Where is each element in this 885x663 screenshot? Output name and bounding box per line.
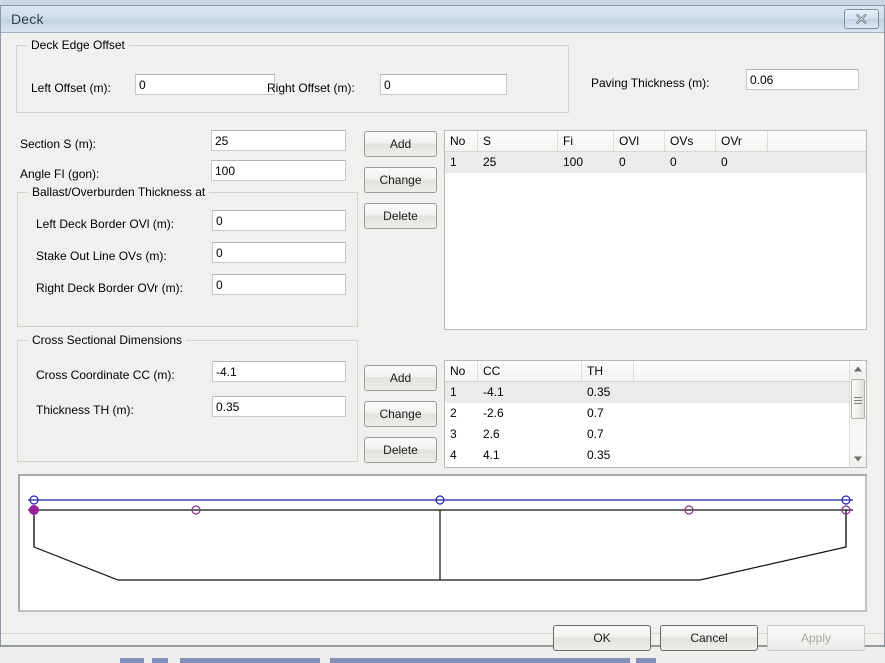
cross-cell-no: 1 — [450, 385, 457, 399]
ok-button[interactable]: OK — [553, 625, 651, 651]
title-bar: Deck — [1, 6, 884, 33]
cross-cell-no: 4 — [450, 448, 457, 462]
cross-table-body: 1 -4.1 0.35 2 -2.6 0.7 3 2.6 0.7 4 4.1 0… — [445, 382, 849, 466]
cross-change-button[interactable]: Change — [364, 401, 437, 427]
cross-cell-no: 3 — [450, 427, 457, 441]
thickness-th-label: Thickness TH (m): — [36, 403, 134, 417]
close-x-icon — [856, 14, 867, 24]
cross-cell-no: 2 — [450, 406, 457, 420]
ballast-legend: Ballast/Overburden Thickness at — [28, 185, 210, 199]
table-row[interactable]: 3 2.6 0.7 — [445, 424, 849, 445]
section-col-blank[interactable] — [768, 131, 866, 151]
cross-table-header: No CC TH — [445, 361, 866, 382]
deck-edge-offset-group: Deck Edge Offset Left Offset (m): Right … — [16, 38, 569, 113]
cross-cell-th: 0.7 — [587, 427, 604, 441]
right-deck-border-label: Right Deck Border OVr (m): — [36, 281, 183, 295]
section-col-fi[interactable]: Fi — [558, 131, 614, 151]
cross-delete-button[interactable]: Delete — [364, 437, 437, 463]
scroll-up-arrow-icon — [854, 366, 862, 372]
section-s-input[interactable] — [211, 130, 346, 151]
cross-coordinate-label: Cross Coordinate CC (m): — [36, 368, 175, 382]
right-offset-input[interactable] — [380, 74, 507, 95]
section-change-button[interactable]: Change — [364, 167, 437, 193]
stake-out-line-label: Stake Out Line OVs (m): — [36, 249, 167, 263]
deck-cross-section-drawing — [28, 495, 853, 581]
paving-thickness-label: Paving Thickness (m): — [591, 76, 710, 90]
apply-button: Apply — [767, 625, 865, 651]
table-row[interactable]: 1 25 100 0 0 0 — [445, 152, 866, 173]
window-title: Deck — [11, 11, 44, 27]
scroll-thumb-grip — [854, 395, 862, 404]
cross-table-scrollbar[interactable] — [849, 361, 866, 467]
ballast-overburden-group: Ballast/Overburden Thickness at Left Dec… — [17, 185, 358, 327]
stake-out-line-input[interactable] — [212, 242, 346, 263]
section-cell-s: 25 — [483, 155, 497, 169]
section-cell-fi: 100 — [563, 155, 584, 169]
cross-cell-th: 0.7 — [587, 406, 604, 420]
cross-section-legend: Cross Sectional Dimensions — [28, 333, 187, 347]
close-button[interactable] — [844, 9, 879, 29]
section-col-no[interactable]: No — [445, 131, 478, 151]
table-row[interactable]: 2 -2.6 0.7 — [445, 403, 849, 424]
section-col-s[interactable]: S — [478, 131, 558, 151]
right-offset-label: Right Offset (m): — [267, 81, 355, 95]
table-row[interactable]: 4 4.1 0.35 — [445, 445, 849, 466]
deck-edge-offset-legend: Deck Edge Offset — [27, 38, 129, 52]
cross-col-no[interactable]: No — [445, 361, 478, 381]
cross-col-blank[interactable] — [634, 361, 849, 381]
cross-cell-cc: 2.6 — [483, 427, 500, 441]
scroll-down-arrow-icon — [854, 456, 862, 462]
node-marker-selected — [29, 505, 39, 515]
section-delete-button[interactable]: Delete — [364, 203, 437, 229]
section-add-button[interactable]: Add — [364, 131, 437, 157]
section-col-ovs[interactable]: OVs — [665, 131, 716, 151]
cancel-button[interactable]: Cancel — [660, 625, 758, 651]
cross-add-button[interactable]: Add — [364, 365, 437, 391]
cross-cell-th: 0.35 — [587, 448, 611, 462]
cross-col-cc[interactable]: CC — [478, 361, 582, 381]
right-deck-border-input[interactable] — [212, 274, 346, 295]
cross-sectional-dimensions-group: Cross Sectional Dimensions Cross Coordin… — [17, 333, 358, 462]
section-cell-no: 1 — [450, 155, 457, 169]
left-deck-border-label: Left Deck Border OVl (m): — [36, 217, 175, 231]
table-row[interactable]: 1 -4.1 0.35 — [445, 382, 849, 403]
section-col-ovr[interactable]: OVr — [716, 131, 768, 151]
section-table-body: 1 25 100 0 0 0 — [445, 152, 866, 173]
cross-cell-cc: -4.1 — [483, 385, 504, 399]
paving-thickness-input[interactable] — [746, 69, 859, 90]
section-cell-ovr: 0 — [721, 155, 728, 169]
scroll-down-button[interactable] — [850, 450, 866, 467]
deck-dialog-window: Deck Deck Edge Offset Left Offset (m): R… — [0, 5, 885, 651]
cross-coordinate-input[interactable] — [212, 361, 346, 382]
cross-cell-cc: -2.6 — [483, 406, 504, 420]
cross-col-th[interactable]: TH — [582, 361, 634, 381]
section-cell-ovl: 0 — [619, 155, 626, 169]
left-deck-border-input[interactable] — [212, 210, 346, 231]
section-table[interactable]: No S Fi OVl OVs OVr 1 25 100 0 0 0 — [444, 130, 867, 330]
angle-fi-label: Angle FI (gon): — [20, 167, 100, 181]
section-col-ovl[interactable]: OVl — [614, 131, 665, 151]
dialog-client-area: Deck Edge Offset Left Offset (m): Right … — [1, 33, 884, 651]
left-offset-label: Left Offset (m): — [31, 81, 111, 95]
thickness-th-input[interactable] — [212, 396, 346, 417]
cross-cell-cc: 4.1 — [483, 448, 500, 462]
left-offset-input[interactable] — [135, 74, 275, 95]
section-cell-ovs: 0 — [670, 155, 677, 169]
cross-cell-th: 0.35 — [587, 385, 611, 399]
scroll-up-button[interactable] — [850, 361, 866, 378]
section-table-header: No S Fi OVl OVs OVr — [445, 131, 866, 152]
deck-cross-section-preview[interactable] — [18, 474, 867, 612]
angle-fi-input[interactable] — [211, 160, 346, 181]
cross-section-table[interactable]: No CC TH 1 -4.1 0.35 2 -2.6 0.7 3 2.6 0.… — [444, 360, 867, 468]
section-s-label: Section S (m): — [20, 137, 97, 151]
scroll-thumb[interactable] — [851, 379, 865, 419]
